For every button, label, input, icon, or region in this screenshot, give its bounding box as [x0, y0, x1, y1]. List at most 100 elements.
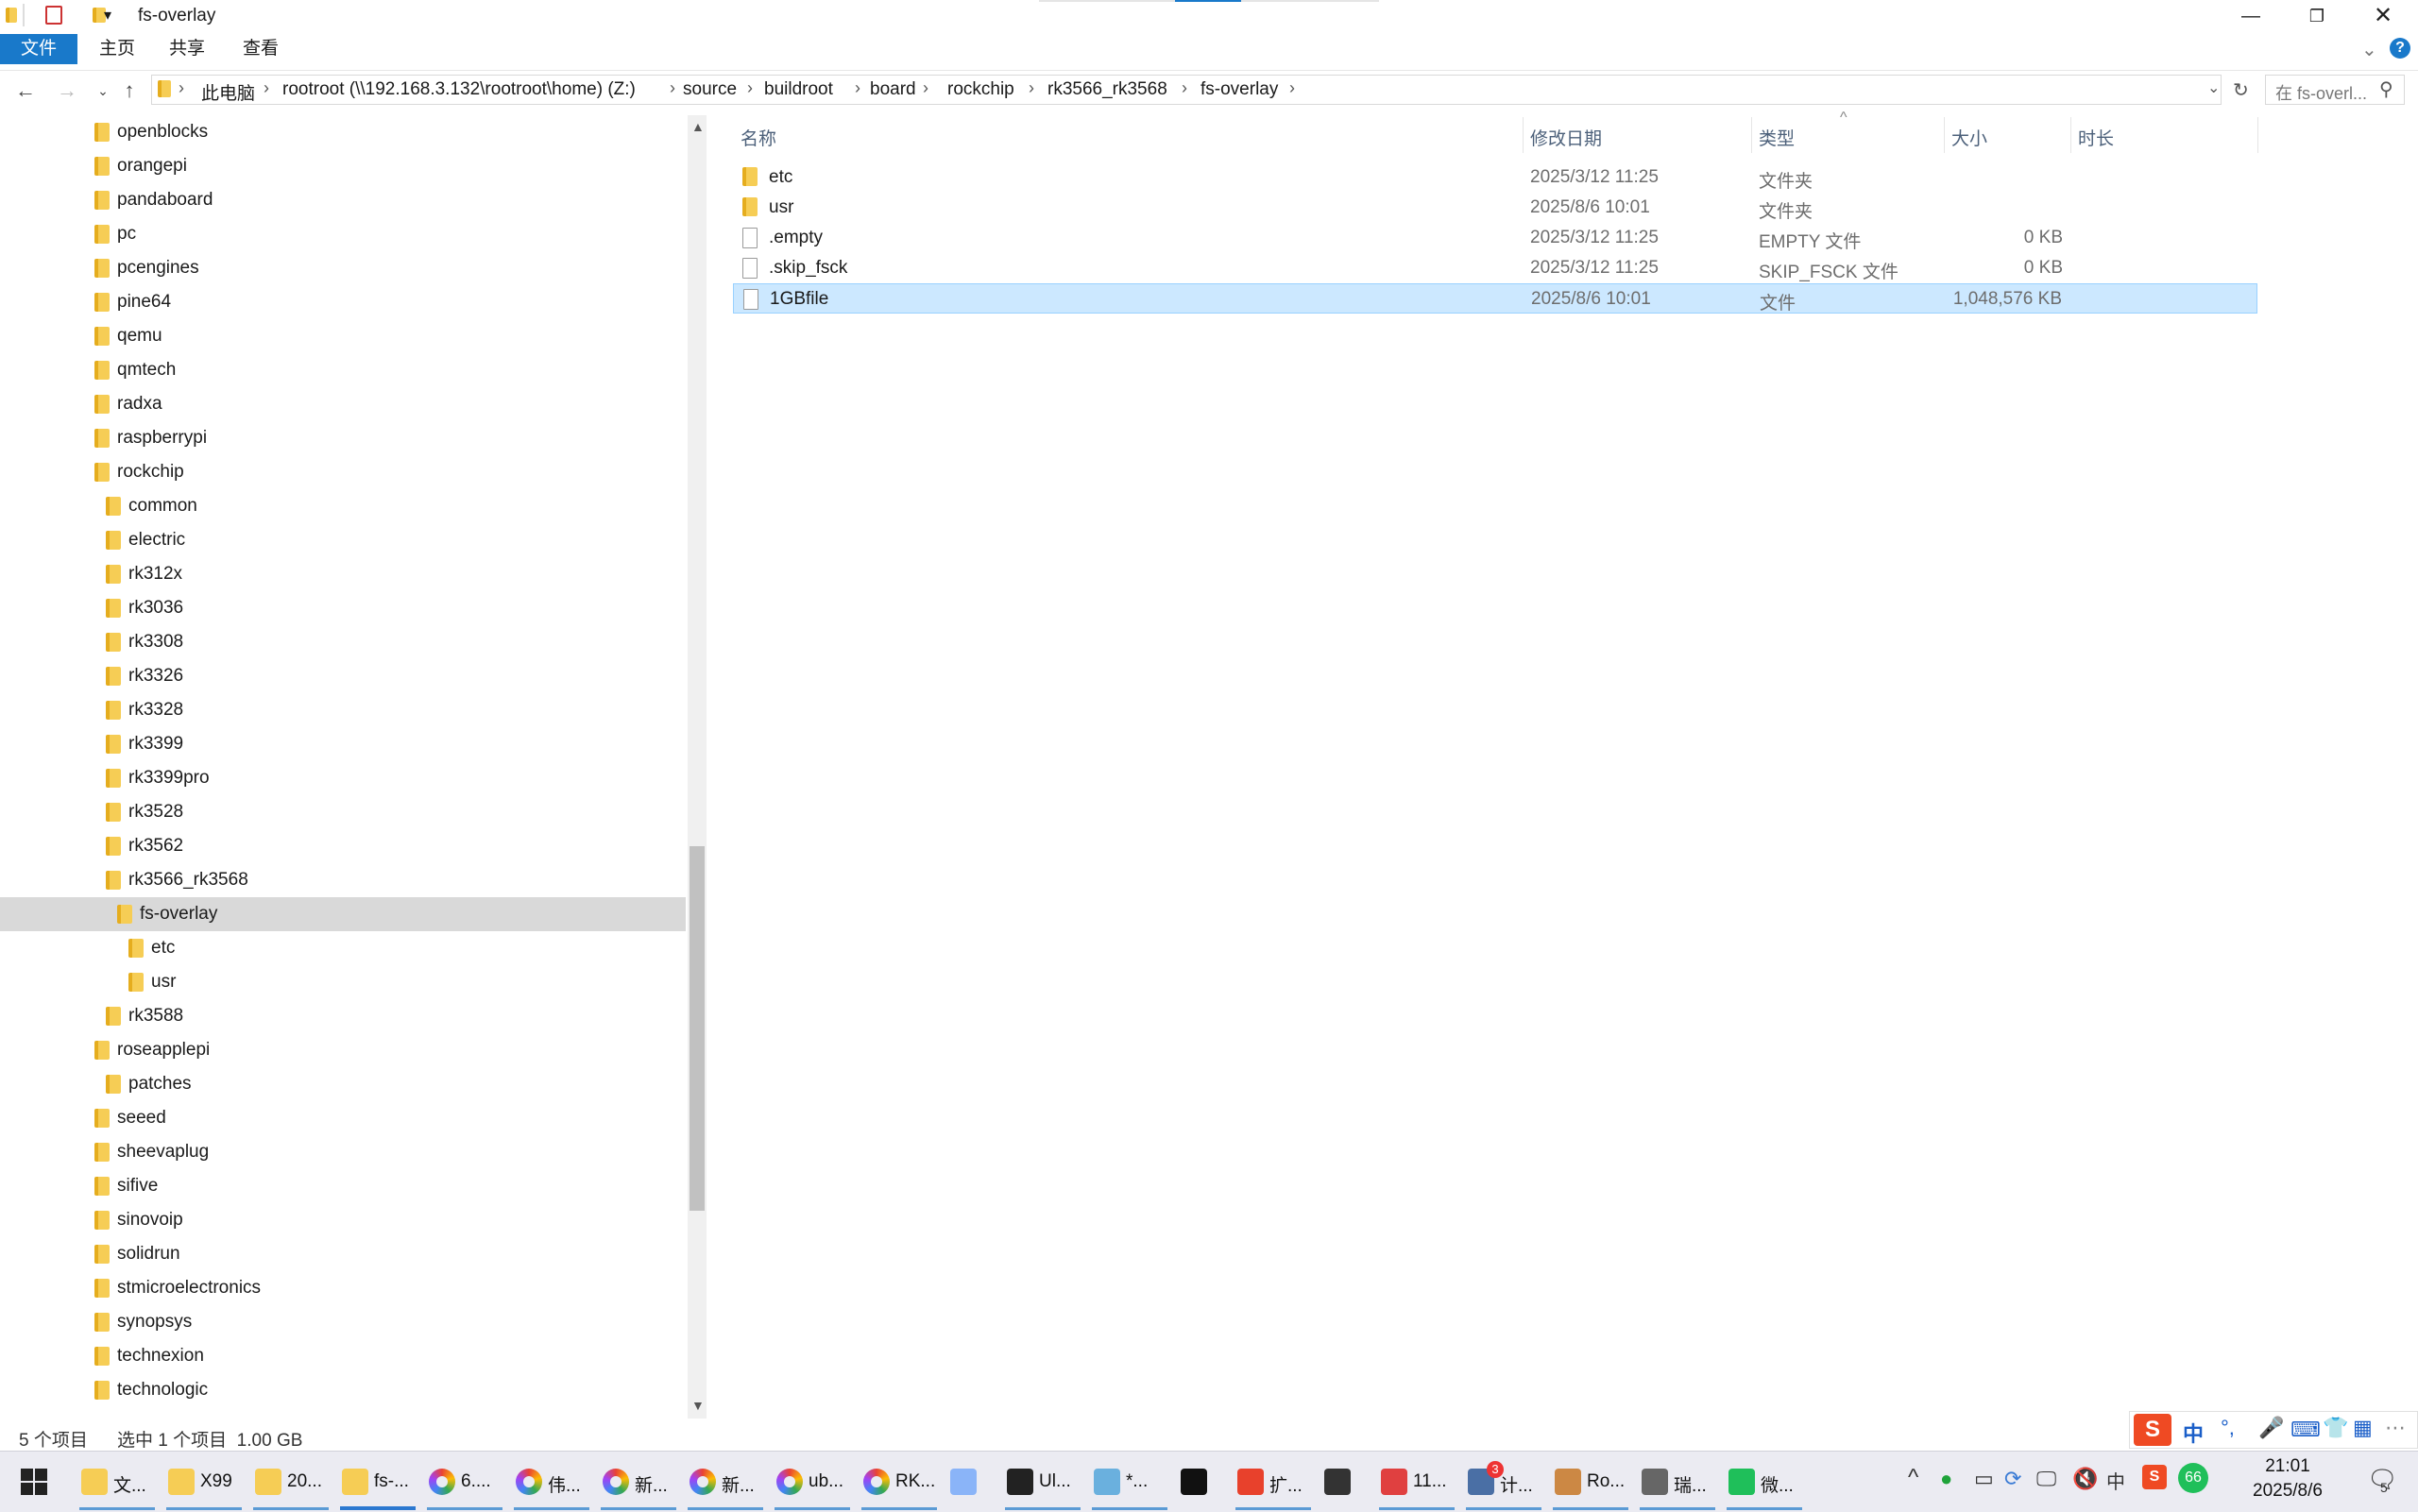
tab-home[interactable]: 主页: [91, 34, 144, 64]
taskbar-item[interactable]: Ro...: [1549, 1459, 1632, 1510]
tree-item[interactable]: rk3399: [0, 727, 686, 761]
scroll-down-icon[interactable]: ▼: [691, 1398, 705, 1413]
tree-item[interactable]: solidrun: [0, 1237, 686, 1271]
tree-item[interactable]: patches: [0, 1067, 686, 1101]
tree-scrollbar[interactable]: ▲ ▼: [688, 115, 707, 1419]
sogou-icon[interactable]: S: [2134, 1414, 2171, 1446]
help-icon[interactable]: ?: [2390, 38, 2410, 59]
column-divider[interactable]: [1523, 117, 1524, 153]
tree-item[interactable]: stmicroelectronics: [0, 1271, 686, 1305]
column-divider[interactable]: [2257, 117, 2258, 153]
taskbar-item[interactable]: 20...: [249, 1459, 332, 1510]
address-bar[interactable]: › 此电脑 › rootroot (\\192.168.3.132\rootro…: [151, 75, 2222, 105]
taskbar-item[interactable]: fs-...: [336, 1459, 419, 1510]
restore-button[interactable]: ❐: [2282, 0, 2352, 32]
tree-item[interactable]: qemu: [0, 319, 686, 353]
tree-item[interactable]: orangepi: [0, 149, 686, 183]
toolbox-icon[interactable]: ▦: [2353, 1416, 2373, 1440]
up-button[interactable]: ↑: [117, 78, 142, 103]
tree-item[interactable]: rk3308: [0, 625, 686, 659]
tree-item[interactable]: electric: [0, 523, 686, 557]
skin-icon[interactable]: 👕: [2323, 1416, 2348, 1440]
taskbar-item[interactable]: [1319, 1459, 1371, 1504]
tree-item[interactable]: seeed: [0, 1101, 686, 1135]
close-button[interactable]: ✕: [2348, 0, 2418, 32]
taskbar-item[interactable]: ub...: [771, 1459, 854, 1510]
tree-item[interactable]: rk3328: [0, 693, 686, 727]
punctuation-icon[interactable]: °,: [2221, 1416, 2235, 1440]
minimize-button[interactable]: —: [2216, 0, 2286, 32]
tree-item[interactable]: rockchip: [0, 455, 686, 489]
tree-item[interactable]: pandaboard: [0, 183, 686, 217]
ime-language-toggle[interactable]: 中: [2183, 1418, 2204, 1448]
quick-access-dropdown-icon[interactable]: ▾: [104, 6, 111, 25]
tab-file[interactable]: 文件: [0, 34, 77, 64]
sync-icon[interactable]: ⟳: [2004, 1467, 2021, 1491]
taskbar-item[interactable]: 文...: [76, 1459, 159, 1510]
breadcrumb-buildroot[interactable]: buildroot: [764, 79, 833, 100]
properties-icon[interactable]: [45, 6, 62, 25]
tree-item[interactable]: rk3528: [0, 795, 686, 829]
tab-view[interactable]: 查看: [234, 34, 287, 64]
breadcrumb-source[interactable]: source: [683, 79, 737, 100]
tree-item[interactable]: raspberrypi: [0, 421, 686, 455]
start-button[interactable]: [21, 1469, 47, 1495]
keyboard-icon[interactable]: ⌨: [2290, 1418, 2321, 1442]
tree-item[interactable]: rk3588: [0, 999, 686, 1033]
column-divider[interactable]: [1944, 117, 1945, 153]
taskbar-item[interactable]: 微...: [1723, 1459, 1806, 1510]
tree-item[interactable]: sinovoip: [0, 1203, 686, 1237]
tree-item[interactable]: rk3326: [0, 659, 686, 693]
tree-item[interactable]: technologic: [0, 1373, 686, 1407]
tree-item[interactable]: pc: [0, 217, 686, 251]
tree-item[interactable]: fs-overlay: [0, 897, 686, 931]
column-divider[interactable]: [1751, 117, 1752, 153]
network-icon[interactable]: 🖵: [2036, 1467, 2056, 1491]
breadcrumb-this-pc[interactable]: 此电脑: [201, 79, 255, 105]
forward-button[interactable]: →: [55, 78, 79, 103]
tree-item[interactable]: rk3036: [0, 591, 686, 625]
breadcrumb-rockchip[interactable]: rockchip: [947, 79, 1014, 100]
file-row[interactable]: 1GBfile 2025/8/6 10:01 文件 1,048,576 KB: [733, 283, 2257, 314]
system-clock[interactable]: 21:01 2025/8/6: [2240, 1454, 2335, 1504]
tree-item[interactable]: rk312x: [0, 557, 686, 591]
volume-muted-icon[interactable]: 🔇: [2072, 1467, 2098, 1491]
tree-item[interactable]: openblocks: [0, 115, 686, 149]
breadcrumb-rk3566-rk3568[interactable]: rk3566_rk3568: [1047, 79, 1167, 100]
column-header-duration[interactable]: 时长: [2078, 125, 2114, 150]
taskbar-item[interactable]: [945, 1459, 997, 1504]
tree-item[interactable]: etc: [0, 931, 686, 965]
tree-item[interactable]: radxa: [0, 387, 686, 421]
search-input[interactable]: 在 fs-overl... ⚲: [2265, 75, 2405, 105]
taskbar-item[interactable]: Ul...: [1001, 1459, 1084, 1510]
show-hidden-icons-icon[interactable]: ^: [1908, 1465, 1918, 1491]
scrollbar-thumb[interactable]: [690, 846, 705, 1211]
tree-item[interactable]: usr: [0, 965, 686, 999]
scroll-up-icon[interactable]: ▲: [691, 119, 705, 134]
ime-indicator-icon[interactable]: 中: [2106, 1467, 2125, 1494]
column-header-modified[interactable]: 修改日期: [1530, 125, 1602, 150]
back-button[interactable]: ←: [13, 78, 38, 103]
tray-app-icon[interactable]: ●: [1940, 1467, 1952, 1491]
taskbar-item[interactable]: 11...: [1375, 1459, 1458, 1510]
sogou-tray-icon[interactable]: S: [2142, 1465, 2167, 1489]
taskbar-item[interactable]: 新...: [684, 1459, 767, 1510]
tree-item[interactable]: pcengines: [0, 251, 686, 285]
file-row[interactable]: usr 2025/8/6 10:01 文件夹: [733, 193, 2257, 223]
taskbar-item[interactable]: X99: [162, 1459, 246, 1510]
tree-item[interactable]: roseapplepi: [0, 1033, 686, 1067]
tree-item[interactable]: sifive: [0, 1169, 686, 1203]
taskbar-item[interactable]: 计... 3: [1462, 1459, 1545, 1510]
breadcrumb-fs-overlay[interactable]: fs-overlay: [1200, 79, 1278, 100]
tree-item[interactable]: rk3399pro: [0, 761, 686, 795]
taskbar-item[interactable]: RK...: [858, 1459, 941, 1510]
taskbar-item[interactable]: 新...: [597, 1459, 680, 1510]
file-row[interactable]: etc 2025/3/12 11:25 文件夹: [733, 162, 2257, 193]
column-divider[interactable]: [2070, 117, 2071, 153]
tree-item[interactable]: sheevaplug: [0, 1135, 686, 1169]
breadcrumb-drive[interactable]: rootroot (\\192.168.3.132\rootroot\home)…: [282, 79, 636, 100]
taskbar-item[interactable]: 伟...: [510, 1459, 593, 1510]
taskbar-item[interactable]: 瑞...: [1636, 1459, 1719, 1510]
tree-item[interactable]: rk3566_rk3568: [0, 863, 686, 897]
taskbar-item[interactable]: 扩...: [1232, 1459, 1315, 1510]
